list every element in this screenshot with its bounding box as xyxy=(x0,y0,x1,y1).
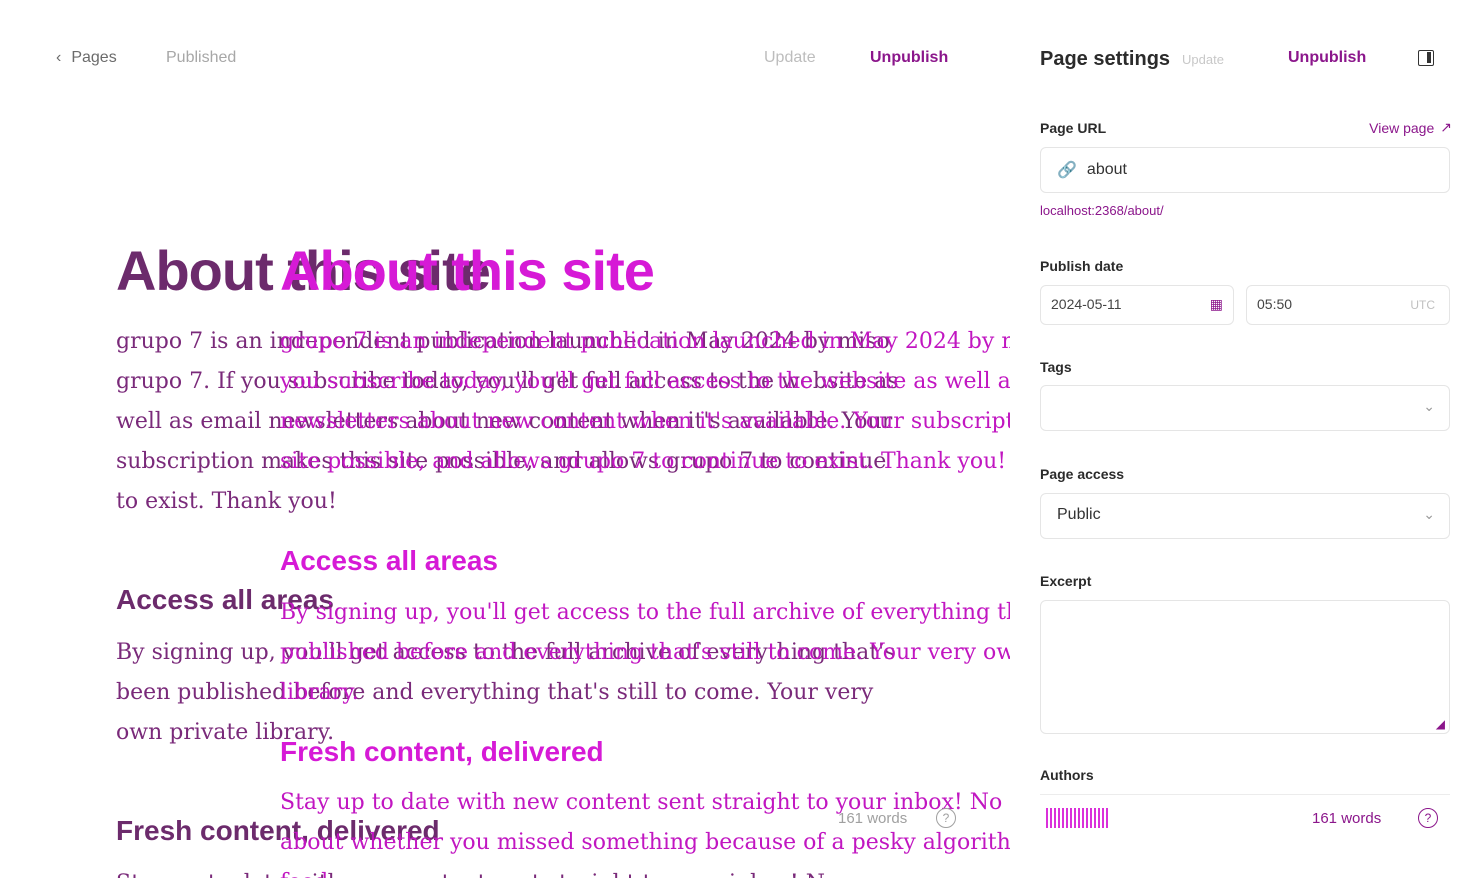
editor-layer-a: About this site grupo 7 is an independen… xyxy=(0,0,1010,878)
page-access-value: Public xyxy=(1057,506,1101,523)
paragraph-line[interactable]: grupo 7. If you subscribe today, you'll … xyxy=(116,362,936,402)
page-url-hint: localhost:2368/about/ xyxy=(1040,203,1164,218)
page-access-select[interactable]: Public ⌄ xyxy=(1040,493,1450,539)
tags-select[interactable]: ⌄ xyxy=(1040,385,1450,431)
editor-word-count: 161 words xyxy=(838,810,908,827)
link-icon: 🔗 xyxy=(1057,162,1077,179)
timezone-label: UTC xyxy=(1410,298,1435,312)
back-label: Pages xyxy=(71,49,117,66)
paragraph-line[interactable]: By signing up, you'll get access to the … xyxy=(116,633,936,673)
paragraph-line[interactable]: to exist. Thank you! xyxy=(116,482,936,522)
heading-access-all-areas[interactable]: Access all areas xyxy=(116,584,334,616)
view-page-link[interactable]: View page ↗ xyxy=(1369,119,1452,136)
paragraph-line[interactable]: been published before and everything tha… xyxy=(116,673,936,713)
settings-unpublish-button[interactable]: Unpublish xyxy=(1288,49,1366,67)
publish-date-value: 2024-05-11 xyxy=(1051,296,1122,312)
paragraph-line[interactable]: subscription makes this site possible, a… xyxy=(116,442,936,482)
page-title-ghost: About this site xyxy=(280,239,655,302)
paragraph-line[interactable]: Stay up to date with new content sent st… xyxy=(116,864,936,878)
editor-help-icon[interactable]: ? xyxy=(936,808,956,828)
authors-field-divider xyxy=(1040,794,1450,795)
settings-help-icon[interactable]: ? xyxy=(1418,808,1438,828)
unpublish-button[interactable]: Unpublish xyxy=(870,49,948,67)
publish-time-value: 05:50 xyxy=(1257,296,1293,312)
paragraph-line[interactable]: own private library. xyxy=(116,713,936,753)
post-status: Published xyxy=(166,49,237,66)
paragraph-line[interactable]: grupo 7 is an independent publication la… xyxy=(116,322,936,362)
update-button[interactable]: Update xyxy=(764,49,816,67)
resize-handle-icon[interactable]: ◢ xyxy=(1436,717,1445,731)
heading-fresh-content-ghost: Fresh content, delivered xyxy=(280,736,604,767)
authors-label: Authors xyxy=(1040,767,1094,783)
external-link-icon: ↗ xyxy=(1440,119,1452,135)
page-url-field[interactable]: 🔗 about xyxy=(1040,147,1450,193)
page-url-value: about xyxy=(1086,161,1127,178)
editor-topbar: ‹ Pages Published Update Unpublish xyxy=(0,0,1010,120)
page-title[interactable]: About this site xyxy=(116,238,491,303)
chevron-down-icon: ⌄ xyxy=(1423,506,1435,522)
tags-label: Tags xyxy=(1040,359,1072,375)
settings-word-count: 161 words xyxy=(1312,810,1382,827)
page-access-label: Page access xyxy=(1040,466,1125,482)
chevron-left-icon: ‹ xyxy=(56,49,62,66)
publish-date-label: Publish date xyxy=(1040,258,1124,274)
author-avatar[interactable] xyxy=(1046,808,1108,828)
page-settings-panel: Page settings Update Unpublish Page URL … xyxy=(1010,0,1483,878)
back-to-pages-link[interactable]: ‹ Pages xyxy=(56,49,117,67)
chevron-down-icon: ⌄ xyxy=(1423,398,1435,414)
excerpt-textarea[interactable]: ◢ xyxy=(1040,600,1450,734)
excerpt-label: Excerpt xyxy=(1040,573,1092,589)
paragraph-line[interactable]: well as email newsletters about new cont… xyxy=(116,402,936,442)
view-page-label: View page xyxy=(1369,119,1435,136)
publish-date-input[interactable]: 2024-05-11 ▦ xyxy=(1040,285,1234,325)
heading-access-all-areas-ghost: Access all areas xyxy=(280,545,498,576)
calendar-icon[interactable]: ▦ xyxy=(1210,296,1223,313)
settings-title: Page settings xyxy=(1040,48,1171,70)
settings-title-ghost: Update xyxy=(1182,52,1224,67)
publish-time-input[interactable]: 05:50 UTC xyxy=(1246,285,1450,325)
page-url-label: Page URL xyxy=(1040,120,1107,136)
settings-panel-toggle-icon[interactable] xyxy=(1418,50,1434,66)
editor-layer-b: About this site grupo 7 is an independen… xyxy=(0,0,1179,878)
heading-fresh-content[interactable]: Fresh content, delivered xyxy=(116,815,440,847)
